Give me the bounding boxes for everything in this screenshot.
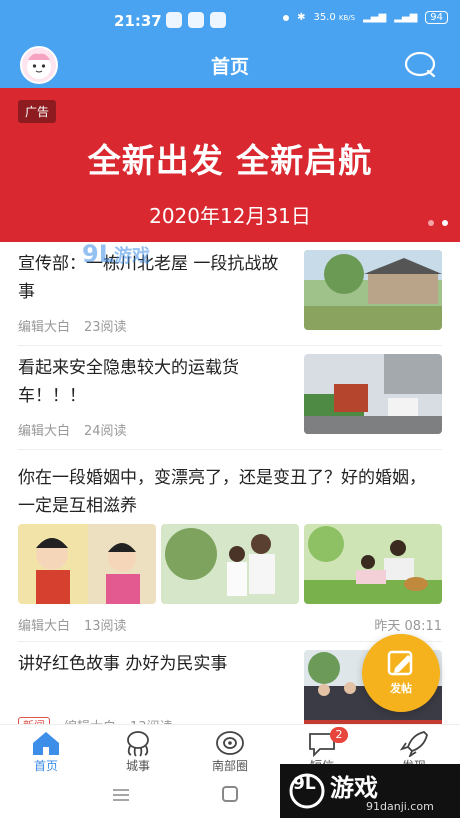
news-tag: 新闻 <box>18 716 50 724</box>
feed-item-title: 你在一段婚姻中，变漂亮了，还是变丑了？好的婚姻，一定是互相滋养 <box>18 468 426 516</box>
post-button[interactable]: 发帖 <box>362 634 440 712</box>
edit-icon <box>387 650 413 676</box>
feed-item-reads: 23阅读 <box>84 320 127 335</box>
feed-item-thumbnail <box>161 524 299 604</box>
tab-home[interactable]: 首页 <box>0 725 92 777</box>
tab-label: 首页 <box>33 759 58 773</box>
notification-icons <box>166 12 226 28</box>
rocket-icon <box>399 731 428 757</box>
watermark-brand: 游戏 <box>330 774 378 802</box>
app-notification-icon <box>188 12 204 28</box>
carousel-dot <box>428 220 434 226</box>
octopus-icon <box>127 731 149 757</box>
feed-item-meta: 编辑大白 13阅读 <box>18 615 127 634</box>
feed-item-title: 讲好红色故事 办好为民实事 <box>18 654 228 674</box>
unread-badge: 2 <box>330 727 348 743</box>
feed-item-time: 昨天 08:11 <box>374 619 442 634</box>
feed-item-meta: 编辑大白 24阅读 <box>18 420 127 439</box>
feed-item[interactable]: 宣传部：一栋川北老屋 一段抗战故事 编辑大白 23阅读 <box>0 242 460 346</box>
status-bar: 21:37 ✱ 35.0 KB/S ▂▄▆ ▂▄▆ 94 <box>0 0 460 40</box>
post-button-label: 发帖 <box>390 682 412 695</box>
home-nav-icon[interactable] <box>222 786 238 802</box>
banner-date: 2020年12月31日 <box>149 204 311 228</box>
feed-item-thumbnail <box>304 524 442 604</box>
app-header: 首页 <box>0 40 460 88</box>
feed-item[interactable]: 你在一段婚姻中，变漂亮了，还是变丑了？好的婚姻，一定是互相滋养 编辑大白 13阅… <box>0 450 460 642</box>
tab-city[interactable]: 城事 <box>92 725 184 777</box>
banner-headline: 全新出发 全新启航 <box>87 141 373 180</box>
feed-item-meta: 新闻 编辑大白 13阅读 <box>18 716 173 724</box>
home-icon <box>33 732 59 755</box>
feed-item-author: 编辑大白 <box>18 424 71 439</box>
watermark-overlay-mark: 9L <box>82 240 114 268</box>
feed-item-reads: 13阅读 <box>130 716 173 724</box>
search-button[interactable] <box>404 48 438 82</box>
page-title: 首页 <box>210 56 249 78</box>
app-notification-icon <box>210 12 226 28</box>
signal-icon: ▂▄▆ <box>363 12 387 23</box>
site-watermark: 9L 游戏 91danji.com <box>280 764 460 818</box>
circle-eye-icon <box>216 731 244 755</box>
watermark-url: 91danji.com <box>366 800 434 813</box>
feed-item-author: 编辑大白 <box>18 619 71 634</box>
search-icon <box>404 51 436 78</box>
watermark-brand-mark: 9L <box>293 774 316 794</box>
menu-icon[interactable] <box>112 788 130 802</box>
feed-item-reads: 13阅读 <box>84 619 127 634</box>
feed-item-title: 看起来安全隐患较大的运载货车！！！ <box>18 358 239 406</box>
promo-banner[interactable]: 广告 全新出发 全新启航 2020年12月31日 <box>0 88 460 242</box>
watermark-overlay-text: 游戏 <box>114 246 150 267</box>
battery-indicator: 94 <box>425 11 448 24</box>
feed-item-thumbnail <box>18 524 156 604</box>
feed-item-thumbnail <box>304 354 442 434</box>
tab-label: 南部圈 <box>211 759 248 773</box>
feed-item-author: 编辑大白 <box>64 716 116 724</box>
tab-label: 城事 <box>125 759 150 773</box>
app-notification-icon <box>166 12 182 28</box>
status-dot-icon <box>283 14 290 21</box>
feed-item-thumbnail <box>304 250 442 330</box>
system-status-icons: ✱ 35.0 KB/S ▂▄▆ ▂▄▆ 94 <box>283 11 448 24</box>
feed-item-reads: 24阅读 <box>84 424 127 439</box>
tab-nanbu-circle[interactable]: 南部圈 <box>184 725 276 777</box>
ad-tag: 广告 <box>18 100 57 123</box>
feed-item[interactable]: 看起来安全隐患较大的运载货车！！！ 编辑大白 24阅读 <box>0 346 460 450</box>
signal-icon: ▂▄▆ <box>394 12 418 23</box>
feed-item-meta: 编辑大白 23阅读 <box>18 316 127 335</box>
watermark-overlay: 9L游戏 <box>82 240 172 276</box>
network-speed: 35.0 KB/S <box>313 12 356 23</box>
bluetooth-icon: ✱ <box>297 12 306 23</box>
carousel-indicator <box>428 220 448 226</box>
feed-item-author: 编辑大白 <box>18 320 71 335</box>
status-time: 21:37 <box>114 12 162 30</box>
carousel-dot-active <box>442 220 448 226</box>
